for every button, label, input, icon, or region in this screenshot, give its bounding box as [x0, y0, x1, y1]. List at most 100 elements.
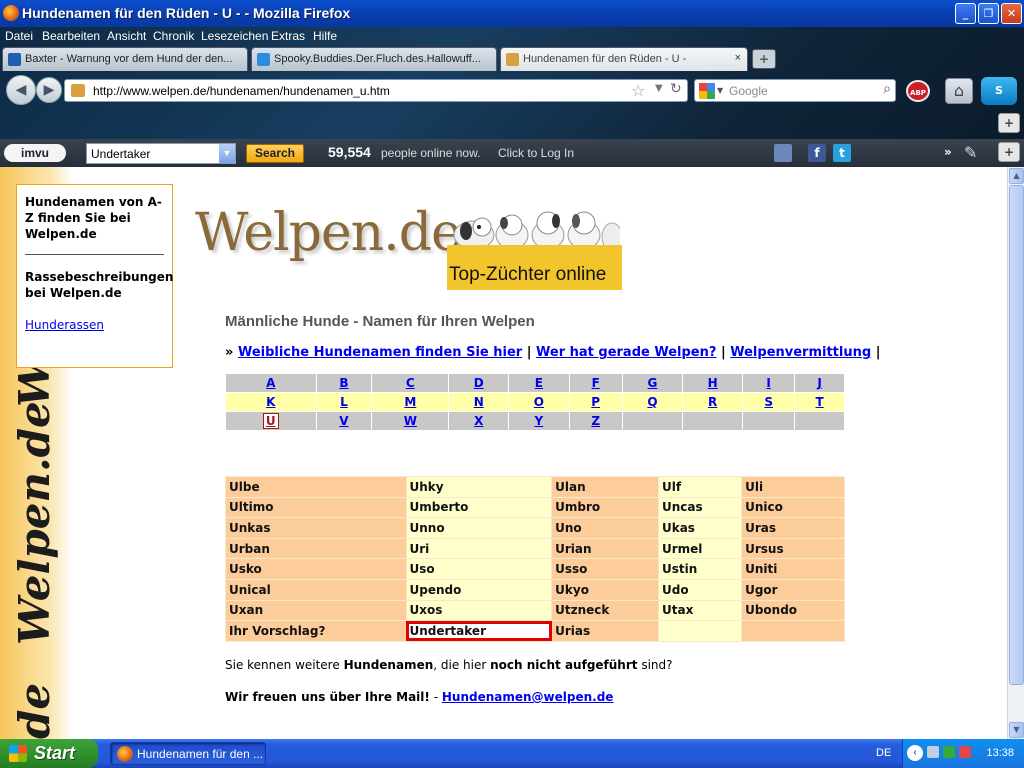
- alphabet-cell: J: [794, 373, 845, 393]
- menu-extras[interactable]: Extras: [271, 29, 305, 43]
- security-icon[interactable]: [943, 746, 955, 758]
- site-logo-text[interactable]: Welpen.de: [195, 203, 462, 263]
- tab-hundenamen[interactable]: Hundenamen für den Rüden - U - ×: [500, 47, 748, 71]
- firefox-icon: [3, 5, 19, 21]
- start-button[interactable]: Start: [0, 739, 98, 768]
- letter-link-v[interactable]: V: [339, 414, 348, 428]
- letter-link-w[interactable]: W: [404, 414, 417, 428]
- name-cell: Upendo: [405, 578, 553, 601]
- menu-hilfe[interactable]: Hilfe: [313, 29, 337, 43]
- imvu-search-button[interactable]: Search: [246, 144, 304, 163]
- sidebar-box: Hundenamen von A-Z finden Sie bei Welpen…: [16, 184, 173, 368]
- taskbar-item-firefox[interactable]: Hundenamen für den ...: [110, 742, 266, 765]
- skype-icon[interactable]: S: [981, 77, 1017, 105]
- url-dropdown-icon[interactable]: ▼: [655, 83, 663, 94]
- letter-link-p[interactable]: P: [591, 395, 600, 409]
- menu-bearbeiten[interactable]: Bearbeiten: [42, 29, 100, 43]
- letter-link-c[interactable]: C: [406, 376, 415, 390]
- letter-link-r[interactable]: R: [708, 395, 717, 409]
- letter-link-n[interactable]: N: [474, 395, 484, 409]
- facebook-icon[interactable]: f: [808, 144, 826, 162]
- menu-chronik[interactable]: Chronik: [153, 29, 194, 43]
- home-button[interactable]: ⌂: [945, 78, 973, 104]
- scroll-up-button[interactable]: ▲: [1009, 168, 1024, 184]
- info-text-bold: noch nicht aufgeführt: [490, 658, 638, 672]
- language-indicator[interactable]: DE: [876, 747, 891, 759]
- letter-link-u[interactable]: U: [262, 413, 279, 429]
- letter-link-d[interactable]: D: [474, 376, 484, 390]
- people-icon[interactable]: [774, 144, 792, 162]
- alphabet-row: K L M N O P Q R S T: [225, 392, 845, 412]
- imvu-toolbar: imvu Undertaker ▼ Search 59,554 people o…: [0, 139, 1024, 167]
- alphabet-row: U V W X Y Z: [225, 411, 845, 431]
- scroll-down-button[interactable]: ▼: [1009, 722, 1024, 738]
- imvu-search-input[interactable]: Undertaker ▼: [86, 143, 236, 164]
- letter-link-e[interactable]: E: [535, 376, 543, 390]
- letter-link-i[interactable]: I: [766, 376, 770, 390]
- navigation-bar: ◀ ▶ http://www.welpen.de/hundenamen/hund…: [0, 73, 1024, 109]
- weibliche-hundenamen-link[interactable]: Weibliche Hundenamen finden Sie hier: [238, 345, 522, 360]
- letter-link-a[interactable]: A: [266, 376, 275, 390]
- url-bar[interactable]: http://www.welpen.de/hundenamen/hundenam…: [64, 79, 688, 102]
- tab-close-icon[interactable]: ×: [735, 52, 741, 64]
- imvu-logo[interactable]: imvu: [4, 144, 66, 162]
- letter-link-h[interactable]: H: [708, 376, 718, 390]
- alphabet-cell: F: [568, 373, 623, 393]
- twitter-icon[interactable]: t: [833, 144, 851, 162]
- network-icon[interactable]: [927, 746, 939, 758]
- welpenvermittlung-link[interactable]: Welpenvermittlung: [730, 345, 871, 360]
- letter-link-g[interactable]: G: [648, 376, 658, 390]
- name-cell: Urban: [225, 537, 407, 560]
- hunderassen-link[interactable]: Hunderassen: [25, 318, 164, 332]
- letter-link-m[interactable]: M: [404, 395, 416, 409]
- letter-link-t[interactable]: T: [816, 395, 824, 409]
- wer-hat-welpen-link[interactable]: Wer hat gerade Welpen?: [536, 345, 716, 360]
- letter-link-o[interactable]: O: [534, 395, 544, 409]
- letter-link-z[interactable]: Z: [591, 414, 600, 428]
- scroll-thumb[interactable]: [1009, 185, 1024, 685]
- engine-dropdown-icon[interactable]: ▼: [717, 86, 723, 95]
- sidebar-divider: [25, 254, 164, 255]
- google-icon[interactable]: [699, 83, 715, 99]
- minimize-button[interactable]: _: [955, 3, 976, 24]
- add-toolbar-button[interactable]: +: [998, 113, 1020, 133]
- logo-tagline[interactable]: Top-Züchter online: [447, 245, 622, 290]
- adblock-icon[interactable]: ABP: [906, 80, 930, 102]
- letter-link-b[interactable]: B: [339, 376, 348, 390]
- letter-link-q[interactable]: Q: [647, 395, 657, 409]
- letter-link-k[interactable]: K: [266, 395, 275, 409]
- maximize-button[interactable]: ❐: [978, 3, 999, 24]
- letter-link-y[interactable]: Y: [535, 414, 544, 428]
- reload-icon[interactable]: ↻: [670, 81, 682, 97]
- forward-button[interactable]: ▶: [36, 77, 62, 103]
- search-icon[interactable]: ⌕: [883, 81, 891, 97]
- tab-baxter[interactable]: Baxter - Warnung vor dem Hund der den...: [2, 47, 248, 71]
- letter-link-j[interactable]: J: [817, 376, 821, 390]
- letter-link-x[interactable]: X: [474, 414, 483, 428]
- menu-lesezeichen[interactable]: Lesezeichen: [201, 29, 268, 43]
- login-link[interactable]: Click to Log In: [498, 146, 574, 160]
- bookmark-star-icon[interactable]: ☆: [631, 81, 645, 100]
- close-button[interactable]: ✕: [1001, 3, 1022, 24]
- url-text[interactable]: http://www.welpen.de/hundenamen/hundenam…: [93, 84, 390, 98]
- add-toolbar-button-2[interactable]: +: [998, 142, 1020, 162]
- alphabet-cell: U: [225, 411, 317, 431]
- app-tray-icon[interactable]: [959, 746, 971, 758]
- vertical-scrollbar[interactable]: ▲ ▼: [1007, 167, 1024, 739]
- menu-ansicht[interactable]: Ansicht: [107, 29, 146, 43]
- email-link[interactable]: Hundenamen@welpen.de: [442, 690, 614, 704]
- links-separator: |: [526, 345, 532, 360]
- name-cell: Ustin: [657, 558, 743, 580]
- new-tab-button[interactable]: +: [752, 49, 776, 69]
- chevron-down-icon[interactable]: ▼: [219, 144, 235, 163]
- wrench-icon[interactable]: ✎: [964, 143, 977, 162]
- letter-link-s[interactable]: S: [764, 395, 773, 409]
- letter-link-f[interactable]: F: [592, 376, 600, 390]
- more-chevron-icon[interactable]: »: [944, 145, 952, 159]
- tab-spooky-buddies[interactable]: Spooky.Buddies.Der.Fluch.des.Hallowuff..…: [251, 47, 497, 71]
- tray-expand-icon[interactable]: ‹: [907, 745, 923, 761]
- search-bar[interactable]: ▼ Google ⌕: [694, 79, 896, 102]
- menu-datei[interactable]: Datei: [5, 29, 33, 43]
- back-button[interactable]: ◀: [6, 75, 36, 105]
- letter-link-l[interactable]: L: [340, 395, 348, 409]
